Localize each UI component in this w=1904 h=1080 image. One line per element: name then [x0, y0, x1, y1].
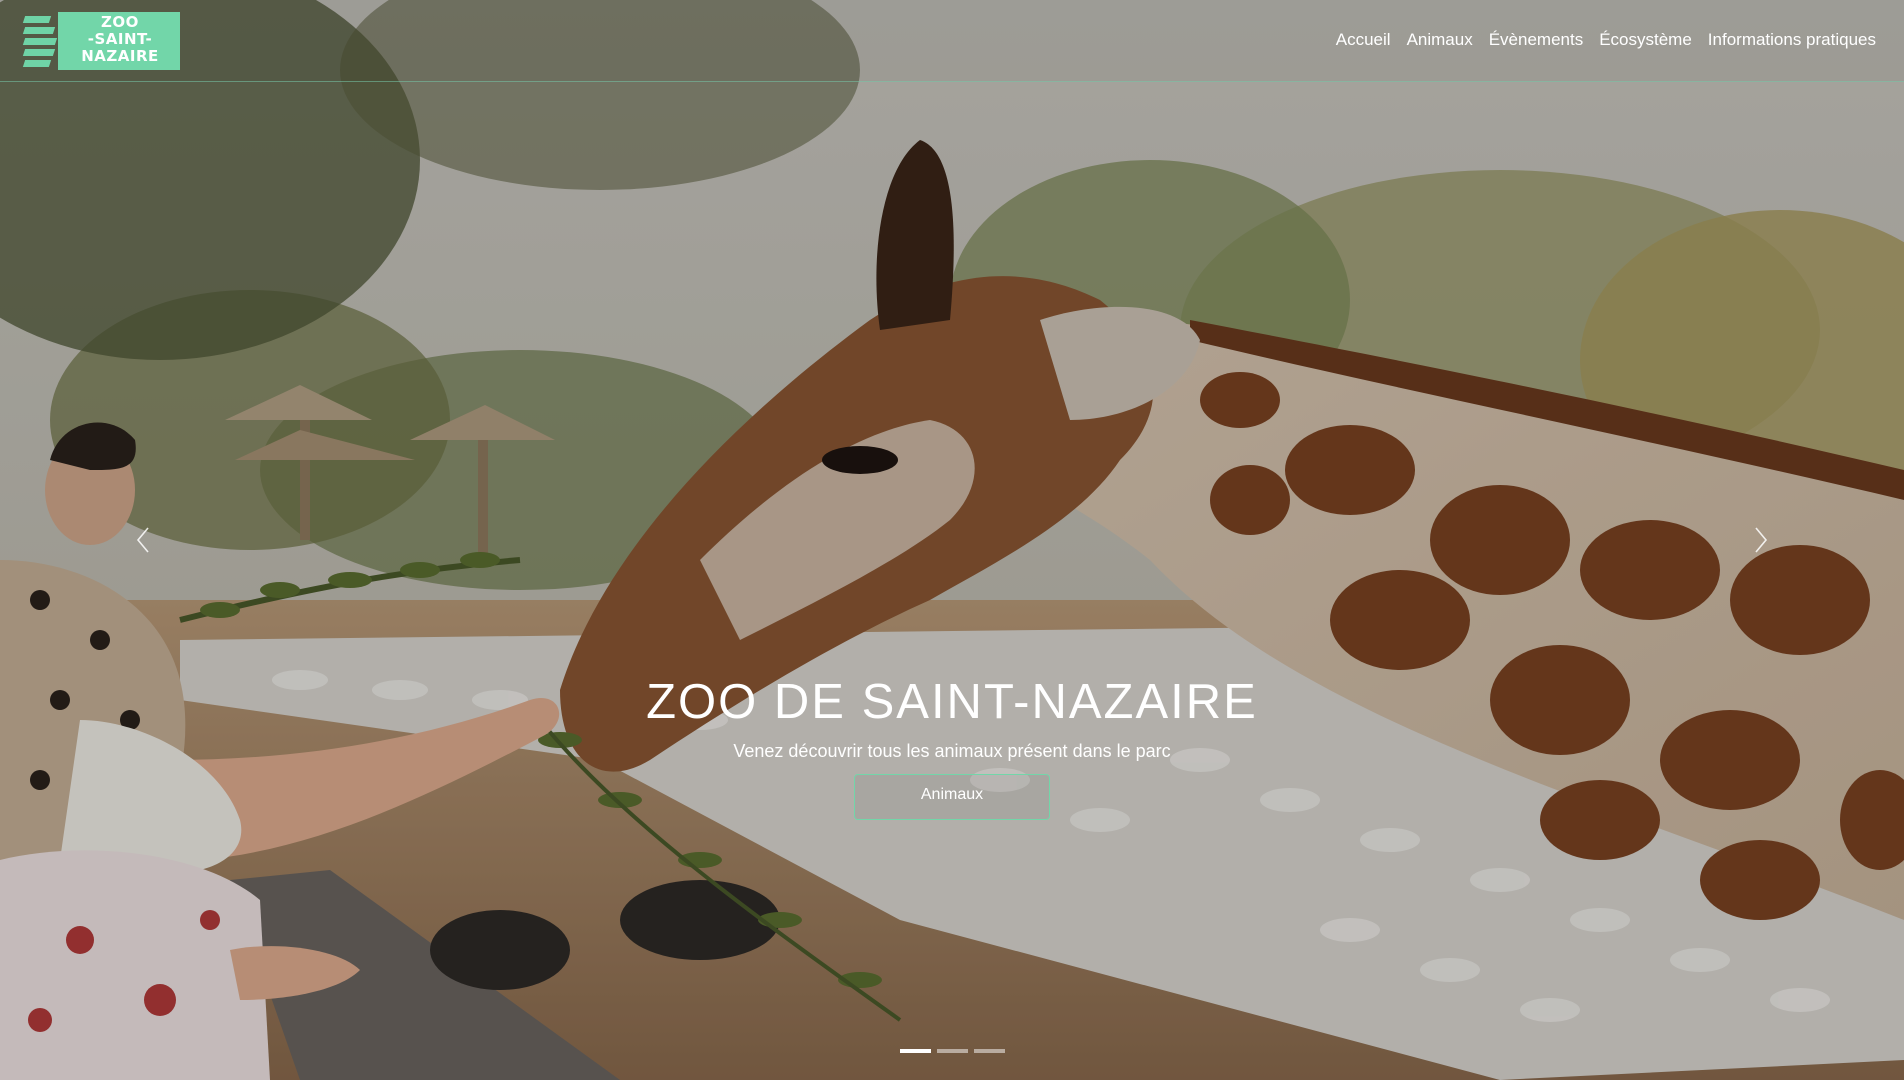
carousel-indicator-2[interactable]: [937, 1049, 968, 1053]
navbar: ZOO -SAINT- NAZAIRE Accueil Animaux Évèn…: [0, 0, 1904, 82]
nav-item-accueil[interactable]: Accueil: [1328, 28, 1399, 52]
nav-item-informations-pratiques[interactable]: Informations pratiques: [1700, 28, 1884, 52]
logo-text: ZOO -SAINT- NAZAIRE: [60, 14, 180, 65]
chevron-right-icon: [1755, 527, 1768, 553]
carousel-next-button[interactable]: [1740, 520, 1780, 560]
hero-title: ZOO DE SAINT-NAZAIRE: [646, 675, 1258, 729]
carousel-prev-button[interactable]: [124, 520, 164, 560]
main-nav: Accueil Animaux Évènements Écosystème In…: [1328, 28, 1884, 52]
logo-line-1: ZOO: [101, 13, 139, 31]
zoo-logo[interactable]: ZOO -SAINT- NAZAIRE: [22, 12, 180, 70]
animaux-button[interactable]: Animaux: [854, 774, 1050, 820]
hero-caption: ZOO DE SAINT-NAZAIRE Venez découvrir tou…: [0, 672, 1904, 820]
logo-line-2: -SAINT-: [87, 30, 153, 48]
logo-line-3: NAZAIRE: [81, 47, 159, 65]
chevron-left-icon: [136, 527, 149, 553]
nav-item-ecosysteme[interactable]: Écosystème: [1591, 28, 1700, 52]
carousel-indicator-3[interactable]: [974, 1049, 1005, 1053]
hero-background-image: [0, 0, 1904, 1080]
hero-subtitle: Venez découvrir tous les animaux présent…: [733, 741, 1171, 761]
carousel-indicator-1[interactable]: [900, 1049, 931, 1053]
carousel-indicators: [900, 1049, 1005, 1053]
nav-item-animaux[interactable]: Animaux: [1399, 28, 1481, 52]
hero-carousel: ZOO -SAINT- NAZAIRE Accueil Animaux Évèn…: [0, 0, 1904, 1080]
nav-item-evenements[interactable]: Évènements: [1481, 28, 1592, 52]
